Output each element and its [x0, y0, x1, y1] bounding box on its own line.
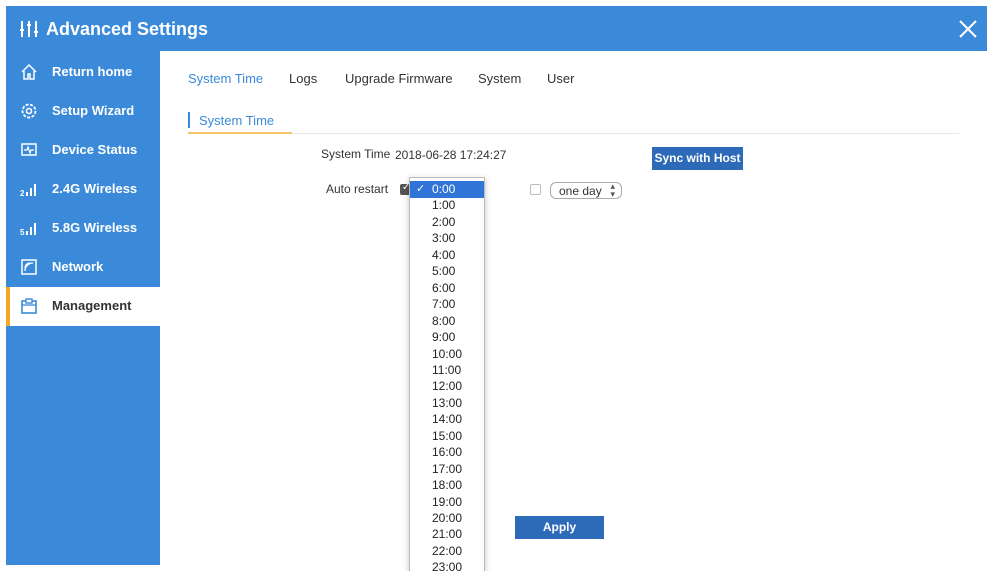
hour-option-label: 9:00: [432, 330, 456, 345]
tab-user[interactable]: User: [547, 71, 574, 87]
signal-5g-icon: 5: [20, 223, 36, 237]
sync-with-host-button[interactable]: Sync with Host: [652, 147, 743, 170]
hour-option-label: 2:00: [432, 214, 456, 229]
sidebar-item-2-4g-wireless[interactable]: 2 2.4G Wireless: [6, 170, 160, 209]
subtab-marker: [188, 112, 190, 128]
signal-2g-icon: 2: [20, 184, 36, 198]
hour-option-label: 3:00: [432, 231, 456, 246]
hour-option-label: 16:00: [432, 445, 463, 460]
hour-option[interactable]: 17:00: [410, 461, 484, 478]
checkmark-icon: ✓: [416, 182, 426, 195]
sidebar-item-setup-wizard[interactable]: Setup Wizard: [6, 92, 160, 131]
period-select-value: one day: [559, 184, 602, 198]
tab-upgrade-firmware[interactable]: Upgrade Firmware: [345, 71, 453, 87]
hour-option[interactable]: 21:00: [410, 526, 484, 543]
sidebar-item-network[interactable]: Network: [6, 248, 160, 287]
home-icon: [21, 63, 37, 80]
svg-text:5: 5: [20, 228, 25, 237]
clipboard-icon: [21, 298, 37, 314]
hour-option-label: 18:00: [432, 478, 463, 493]
hour-option-label: 22:00: [432, 543, 463, 558]
hour-option[interactable]: 15:00: [410, 428, 484, 445]
hour-option[interactable]: 14:00: [410, 411, 484, 428]
hour-option[interactable]: 23:00: [410, 559, 484, 571]
hour-option[interactable]: 5:00: [410, 263, 484, 280]
apply-button[interactable]: Apply: [515, 516, 604, 539]
hour-option[interactable]: 4:00: [410, 247, 484, 264]
sidebar-item-label: Management: [52, 298, 132, 313]
hour-option-label: 17:00: [432, 461, 463, 476]
window-title: Advanced Settings: [46, 19, 209, 39]
hour-option[interactable]: 20:00: [410, 510, 484, 527]
hour-option-label: 21:00: [432, 527, 463, 542]
sidebar-item-label: Setup Wizard: [52, 103, 135, 118]
hour-option-label: 12:00: [432, 379, 463, 394]
hour-option-label: 15:00: [432, 428, 463, 443]
hour-option-label: 1:00: [432, 198, 456, 213]
hour-option[interactable]: 10:00: [410, 346, 484, 363]
system-time-value: 2018-06-28 17:24:27: [395, 148, 507, 162]
hour-option-label: 11:00: [432, 362, 462, 377]
gear-icon: [21, 103, 37, 119]
updown-arrow-icon: ▴ ▾: [610, 182, 615, 200]
sidebar-item-label: Device Status: [52, 142, 138, 157]
hour-option-label: 19:00: [432, 494, 463, 509]
sidebar-item-label: Return home: [52, 64, 133, 79]
restart-hour-dropdown[interactable]: ✓ 0:00 1:00 2:00 3:00 4:00 5:00 6:00 7:00 8:00 9:0…: [409, 177, 485, 571]
hour-option-label: 10:00: [432, 346, 463, 361]
hour-option[interactable]: 11:00: [410, 362, 484, 379]
sliders-icon: [20, 21, 38, 37]
hour-option-label: 20:00: [432, 511, 463, 525]
sidebar-item-5-8g-wireless[interactable]: 5 5.8G Wireless: [6, 209, 160, 248]
sidebar-item-return-home[interactable]: Return home: [6, 53, 160, 92]
tab-system-time[interactable]: System Time: [188, 71, 263, 87]
monitor-icon: [21, 143, 37, 156]
hour-option[interactable]: 9:00: [410, 329, 484, 346]
hour-option-label: 7:00: [432, 297, 456, 312]
hour-option[interactable]: 3:00: [410, 230, 484, 247]
hour-option-label: 6:00: [432, 280, 456, 295]
title-bar: Advanced Settings: [6, 6, 987, 51]
divider: [188, 133, 959, 134]
close-icon[interactable]: [956, 17, 980, 41]
hour-option[interactable]: 1:00: [410, 197, 484, 214]
sidebar-item-device-status[interactable]: Device Status: [6, 131, 160, 170]
hour-option-label: 0:00: [432, 182, 456, 196]
advanced-settings-window: Advanced Settings Return home Setup Wiza…: [6, 6, 987, 571]
hour-option[interactable]: 13:00: [410, 395, 484, 412]
hour-option-label: 5:00: [432, 264, 456, 279]
hour-option[interactable]: 2:00: [410, 214, 484, 231]
subtab-underline: [188, 132, 292, 134]
sidebar-item-label: Network: [52, 259, 104, 274]
auto-restart-label: Auto restart: [326, 182, 389, 196]
hour-option[interactable]: 8:00: [410, 313, 484, 330]
hour-option[interactable]: ✓ 0:00: [410, 181, 484, 198]
hour-option[interactable]: 22:00: [410, 543, 484, 560]
hour-option-label: 14:00: [432, 412, 463, 427]
network-icon: [21, 259, 37, 275]
sidebar: Return home Setup Wizard Device Status 2: [6, 51, 160, 565]
sidebar-item-management[interactable]: Management: [6, 287, 160, 326]
tab-logs[interactable]: Logs: [289, 71, 317, 87]
tab-system[interactable]: System: [478, 71, 521, 87]
hour-option[interactable]: 6:00: [410, 280, 484, 297]
hour-option-label: 4:00: [432, 247, 456, 262]
hour-option[interactable]: 18:00: [410, 477, 484, 494]
main-panel: System Time Logs Upgrade Firmware System…: [160, 51, 987, 565]
hour-option[interactable]: 7:00: [410, 296, 484, 313]
hour-option-label: 13:00: [432, 395, 463, 410]
sidebar-item-label: 5.8G Wireless: [52, 220, 138, 235]
hour-option[interactable]: 16:00: [410, 444, 484, 461]
hour-option[interactable]: 12:00: [410, 378, 484, 395]
period-select[interactable]: one day ▴ ▾: [550, 182, 622, 200]
svg-text:2: 2: [20, 189, 25, 198]
subtab-label: System Time: [199, 113, 275, 128]
hour-option[interactable]: 19:00: [410, 494, 484, 511]
system-time-label: System Time: [321, 147, 391, 161]
hour-option-label: 23:00: [432, 560, 463, 571]
sidebar-item-label: 2.4G Wireless: [52, 181, 138, 196]
hour-option-label: 8:00: [432, 313, 456, 328]
period-checkbox[interactable]: [530, 184, 541, 195]
